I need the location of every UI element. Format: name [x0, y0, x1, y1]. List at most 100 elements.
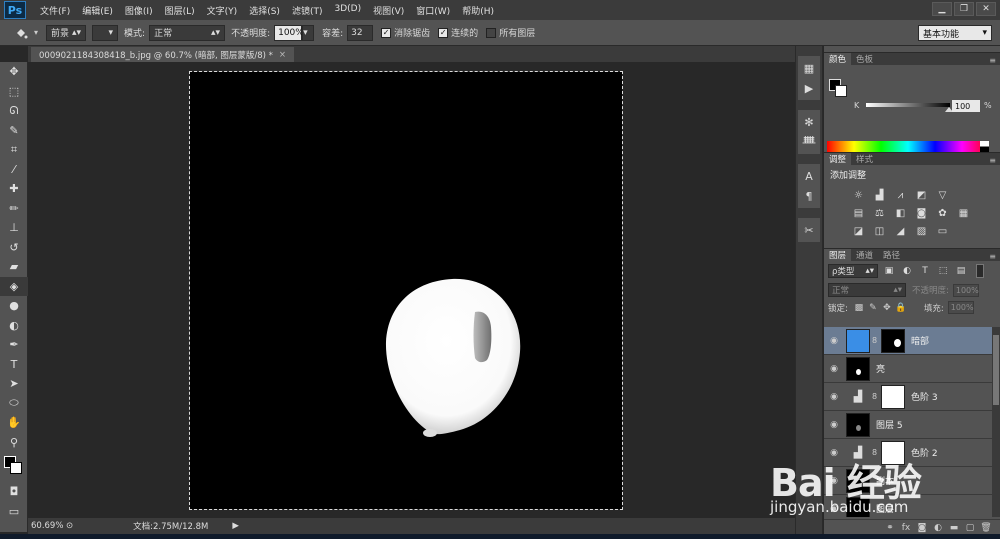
- eyedropper-tool-icon[interactable]: ⁄: [0, 160, 28, 180]
- fill-source-select[interactable]: 前景 ▴▾: [46, 24, 87, 41]
- layers-scrollbar-thumb[interactable]: [993, 335, 999, 405]
- posterize-icon[interactable]: ◫: [871, 224, 888, 238]
- levels-icon[interactable]: ▟: [871, 188, 888, 202]
- blend-mode-select[interactable]: 正常 ▴▾: [828, 283, 906, 297]
- mask-link-icon[interactable]: 8: [870, 448, 879, 457]
- fill-input[interactable]: 100%: [947, 301, 974, 314]
- gradient-map-icon[interactable]: ▭: [934, 224, 951, 238]
- menu-3d[interactable]: 3D(D): [328, 4, 367, 17]
- document-canvas[interactable]: [189, 71, 623, 510]
- paragraph-panel-icon[interactable]: ¶: [798, 186, 820, 206]
- crop-tool-icon[interactable]: ⌗: [0, 140, 28, 160]
- selective-color-icon[interactable]: ▨: [913, 224, 930, 238]
- clone-stamp-tool-icon[interactable]: ⊥: [0, 218, 28, 238]
- lock-all-icon[interactable]: 🔒: [894, 303, 908, 313]
- layer-name[interactable]: 色阶 2: [911, 446, 938, 459]
- lock-position-icon[interactable]: ✥: [880, 303, 894, 313]
- k-channel-input[interactable]: 100: [952, 100, 980, 112]
- menu-window[interactable]: 窗口(W): [410, 4, 456, 17]
- restore-button[interactable]: ❐: [954, 2, 974, 16]
- invert-icon[interactable]: ◪: [850, 224, 867, 238]
- document-tab[interactable]: 0009021184308418_b.jpg @ 60.7% (暗部, 图层蒙版…: [31, 47, 295, 62]
- visibility-eye-icon[interactable]: ◉: [824, 336, 844, 346]
- menu-filter[interactable]: 滤镜(T): [286, 4, 329, 17]
- anti-alias-checkbox[interactable]: ✓: [381, 27, 392, 38]
- black-white-icon[interactable]: ◧: [892, 206, 909, 220]
- tool-presets-panel-icon[interactable]: ✂: [798, 220, 820, 240]
- contiguous-option[interactable]: ✓ 连续的: [438, 26, 478, 39]
- path-selection-tool-icon[interactable]: ➤: [0, 374, 28, 394]
- tab-layers[interactable]: 图层: [824, 249, 852, 261]
- blur-tool-icon[interactable]: ●: [0, 296, 28, 316]
- layer-name[interactable]: 图层: [876, 502, 894, 515]
- paint-bucket-icon[interactable]: [8, 23, 34, 43]
- tolerance-input[interactable]: 32: [347, 24, 374, 41]
- channel-mixer-icon[interactable]: ✿: [934, 206, 951, 220]
- pixel-filter-icon[interactable]: ▣: [882, 266, 896, 276]
- minimize-button[interactable]: ▁: [932, 2, 952, 16]
- visibility-eye-icon[interactable]: ◉: [824, 392, 844, 402]
- type-filter-icon[interactable]: T: [918, 266, 932, 276]
- layer-row[interactable]: ◉ 图层 5: [824, 411, 992, 439]
- smart-object-filter-icon[interactable]: ▤: [954, 266, 968, 276]
- adjustment-filter-icon[interactable]: ◐: [900, 266, 914, 276]
- ellipse-tool-icon[interactable]: ⬭: [0, 394, 28, 414]
- paint-bucket-tool-icon[interactable]: ◈: [0, 276, 28, 296]
- visibility-eye-icon[interactable]: ◉: [824, 448, 844, 458]
- marquee-tool-icon[interactable]: ⬚: [0, 82, 28, 102]
- visibility-eye-icon[interactable]: ◉: [824, 476, 844, 486]
- screen-mode-icon[interactable]: ▭: [0, 502, 28, 522]
- filter-toggle[interactable]: [976, 264, 984, 278]
- panel-menu-icon[interactable]: ≡: [989, 252, 1000, 261]
- visibility-eye-icon[interactable]: ◉: [824, 364, 844, 374]
- vibrance-icon[interactable]: ▽: [934, 188, 951, 202]
- all-layers-option[interactable]: 所有图层: [486, 26, 535, 39]
- move-tool-icon[interactable]: ✥: [0, 62, 28, 82]
- new-layer-icon[interactable]: ▢: [962, 523, 978, 533]
- new-adjustment-layer-icon[interactable]: ◐: [930, 523, 946, 533]
- filter-type-select[interactable]: ρ类型 ▴▾: [828, 264, 878, 278]
- menu-select[interactable]: 选择(S): [243, 4, 286, 17]
- tab-channels[interactable]: 通道: [851, 249, 878, 261]
- mode-select[interactable]: 正常 ▴▾: [149, 24, 226, 41]
- k-channel-slider[interactable]: [866, 103, 950, 107]
- lock-image-icon[interactable]: ✎: [866, 303, 880, 313]
- menu-help[interactable]: 帮助(H): [456, 4, 500, 17]
- layer-style-icon[interactable]: fx: [898, 523, 914, 533]
- history-panel-icon[interactable]: ▦: [798, 58, 820, 78]
- anti-alias-option[interactable]: ✓ 消除锯齿: [381, 26, 430, 39]
- layer-name[interactable]: 色阶 3: [911, 390, 938, 403]
- actions-panel-icon[interactable]: ▶: [798, 78, 820, 98]
- add-mask-icon[interactable]: ◙: [914, 523, 930, 533]
- layer-mask-thumbnail[interactable]: [881, 384, 905, 409]
- layers-scrollbar[interactable]: [992, 327, 1000, 517]
- eraser-tool-icon[interactable]: ▰: [0, 257, 28, 277]
- type-tool-icon[interactable]: T: [0, 355, 28, 375]
- brightness-contrast-icon[interactable]: ☼: [850, 188, 867, 202]
- shape-filter-icon[interactable]: ⬚: [936, 266, 950, 276]
- black-white-ramp[interactable]: [980, 141, 989, 152]
- brush-settings-panel-icon[interactable]: ✻: [798, 112, 820, 132]
- opacity-input[interactable]: 100%: [274, 24, 304, 41]
- layer-name[interactable]: 亮: [876, 362, 885, 375]
- history-brush-tool-icon[interactable]: ↺: [0, 238, 28, 258]
- hand-tool-icon[interactable]: ✋: [0, 413, 28, 433]
- mask-link-icon[interactable]: 8: [870, 336, 879, 345]
- tab-color[interactable]: 颜色: [824, 53, 852, 65]
- contiguous-checkbox[interactable]: ✓: [438, 27, 449, 38]
- layer-mask-thumbnail[interactable]: [881, 440, 905, 465]
- panel-menu-icon[interactable]: ≡: [989, 56, 1000, 65]
- layer-row[interactable]: ◉ 8 暗部: [824, 327, 992, 355]
- layer-row[interactable]: ◉ 图层: [824, 495, 992, 517]
- opacity-dropdown[interactable]: ▾: [302, 24, 315, 41]
- quick-select-tool-icon[interactable]: ✎: [0, 121, 28, 141]
- character-panel-icon[interactable]: A: [798, 166, 820, 186]
- pattern-select[interactable]: ▾: [92, 24, 119, 41]
- tab-swatches[interactable]: 色板: [851, 53, 878, 65]
- background-color-swatch[interactable]: [10, 462, 22, 474]
- healing-brush-tool-icon[interactable]: ✚: [0, 179, 28, 199]
- status-options-icon[interactable]: ⊙: [66, 521, 73, 531]
- layer-row[interactable]: ◉ ▟ 8 色阶 3: [824, 383, 992, 411]
- brush-tool-icon[interactable]: ✏: [0, 199, 28, 219]
- tool-preset-arrow-icon[interactable]: ▾: [34, 28, 38, 37]
